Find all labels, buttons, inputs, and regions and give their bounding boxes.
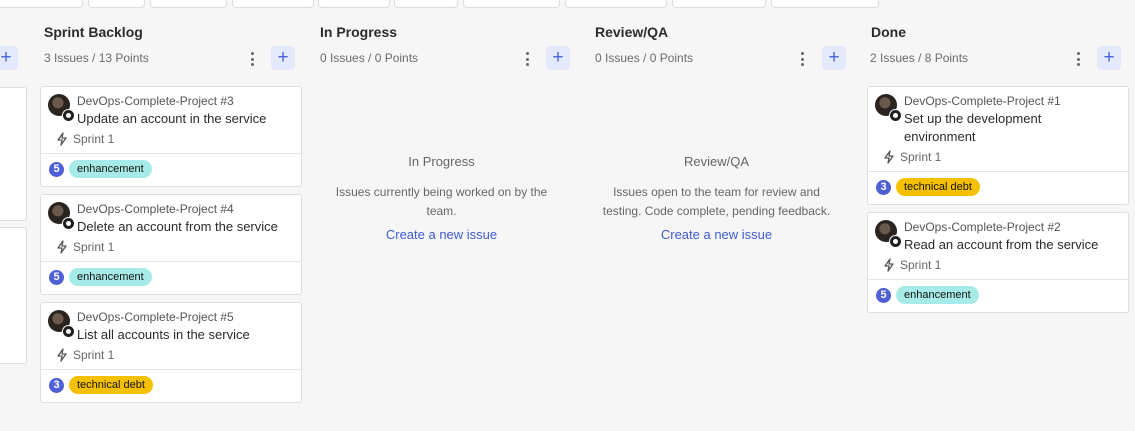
column-meta: 3 Issues / 13 Points (44, 51, 149, 65)
card-stub[interactable] (0, 87, 27, 221)
add-issue-button[interactable]: + (546, 46, 570, 70)
empty-state-description: Issues open to the team for review and t… (595, 183, 838, 221)
desc-line: Issues open to the team for review and (613, 185, 820, 199)
issue-footer: 5 enhancement (876, 286, 979, 304)
empty-state-title: Review/QA (683, 154, 750, 169)
view-tab-stub[interactable] (232, 0, 314, 8)
more-vertical-icon[interactable] (246, 52, 258, 66)
issue-card[interactable]: DevOps-Complete-Project #5 List all acco… (40, 302, 302, 403)
create-issue-link[interactable]: Create a new issue (320, 227, 563, 242)
view-tab-stub[interactable] (318, 0, 390, 8)
more-vertical-icon[interactable] (796, 52, 808, 66)
issue-project[interactable]: DevOps-Complete-Project #4 (77, 202, 234, 216)
issue-sprint: Sprint 1 (883, 150, 941, 164)
points-badge: 5 (49, 269, 64, 285)
divider (41, 153, 301, 154)
view-tab-stub[interactable] (565, 0, 667, 8)
divider (41, 261, 301, 262)
lightning-icon (57, 348, 67, 362)
github-icon (889, 235, 902, 248)
more-vertical-icon[interactable] (521, 52, 533, 66)
view-tab-stub[interactable] (0, 0, 83, 8)
issue-sprint: Sprint 1 (883, 258, 941, 272)
add-issue-button[interactable]: + (822, 46, 846, 70)
issue-title[interactable]: Set up the development environment (904, 110, 1124, 146)
issue-project[interactable]: DevOps-Complete-Project #1 (904, 94, 1061, 108)
view-tab-stub[interactable] (88, 0, 145, 8)
column-title: Review/QA (595, 24, 669, 40)
issue-sprint: Sprint 1 (56, 348, 114, 362)
add-issue-button[interactable]: + (1097, 46, 1121, 70)
issue-title[interactable]: Read an account from the service (904, 236, 1124, 254)
issue-title[interactable]: List all accounts in the service (77, 326, 297, 344)
lightning-icon (57, 240, 67, 254)
column-title: Sprint Backlog (44, 24, 143, 40)
issue-sprint: Sprint 1 (56, 132, 114, 146)
issue-footer: 3 technical debt (49, 376, 153, 394)
view-tab-stub[interactable] (771, 0, 879, 8)
github-icon (62, 325, 75, 338)
lightning-icon (884, 150, 894, 164)
github-icon (62, 217, 75, 230)
points-badge: 5 (876, 287, 891, 303)
label-badge[interactable]: technical debt (896, 178, 980, 196)
label-badge[interactable]: enhancement (69, 160, 152, 178)
lightning-icon (57, 132, 67, 146)
github-icon (889, 109, 902, 122)
desc-line: testing. Code complete, pending feedback… (602, 204, 831, 218)
issue-title[interactable]: Delete an account from the service (77, 218, 297, 236)
sprint-label: Sprint 1 (73, 348, 115, 362)
empty-state-title: In Progress (408, 154, 475, 169)
divider (868, 171, 1128, 172)
desc-line: Issues currently being worked on by the (335, 185, 548, 199)
divider (868, 279, 1128, 280)
desc-line: team. (426, 204, 457, 218)
issue-project[interactable]: DevOps-Complete-Project #5 (77, 310, 234, 324)
sprint-label: Sprint 1 (73, 240, 115, 254)
view-tab-stub[interactable] (394, 0, 458, 8)
divider (41, 369, 301, 370)
issue-card[interactable]: DevOps-Complete-Project #1 Set up the de… (867, 86, 1129, 205)
column-meta: 0 Issues / 0 Points (595, 51, 694, 65)
issue-card[interactable]: DevOps-Complete-Project #3 Update an acc… (40, 86, 302, 187)
points-badge: 3 (876, 179, 891, 195)
title-line: Set up the development (904, 111, 1042, 126)
empty-state: Review/QA Issues open to the team for re… (595, 154, 838, 242)
empty-state: In Progress Issues currently being worke… (320, 154, 563, 242)
column-meta: 0 Issues / 0 Points (320, 51, 419, 65)
issue-footer: 5 enhancement (49, 160, 152, 178)
issue-footer: 5 enhancement (49, 268, 152, 286)
view-tab-stub[interactable] (463, 0, 560, 8)
add-issue-button[interactable]: + (271, 46, 295, 70)
view-tab-stub[interactable] (150, 0, 227, 8)
add-issue-button[interactable]: + (0, 46, 18, 70)
issue-card[interactable]: DevOps-Complete-Project #2 Read an accou… (867, 212, 1129, 313)
lightning-icon (884, 258, 894, 272)
column-meta: 2 Issues / 8 Points (870, 51, 969, 65)
issue-card[interactable]: DevOps-Complete-Project #4 Delete an acc… (40, 194, 302, 295)
issue-project[interactable]: DevOps-Complete-Project #2 (904, 220, 1061, 234)
empty-state-description: Issues currently being worked on by the … (320, 183, 563, 221)
sprint-label: Sprint 1 (900, 258, 942, 272)
label-badge[interactable]: technical debt (69, 376, 153, 394)
more-vertical-icon[interactable] (1072, 52, 1084, 66)
column-title: Done (871, 24, 906, 40)
points-badge: 3 (49, 377, 64, 393)
sprint-label: Sprint 1 (73, 132, 115, 146)
github-icon (62, 109, 75, 122)
label-badge[interactable]: enhancement (896, 286, 979, 304)
create-issue-link[interactable]: Create a new issue (595, 227, 838, 242)
label-badge[interactable]: enhancement (69, 268, 152, 286)
points-badge: 5 (49, 161, 64, 177)
card-stub[interactable] (0, 227, 27, 364)
sprint-label: Sprint 1 (900, 150, 942, 164)
issue-sprint: Sprint 1 (56, 240, 114, 254)
column-title: In Progress (320, 24, 398, 40)
view-tab-stub[interactable] (672, 0, 766, 8)
title-line: environment (904, 129, 976, 144)
issue-footer: 3 technical debt (876, 178, 980, 196)
issue-project[interactable]: DevOps-Complete-Project #3 (77, 94, 234, 108)
issue-title[interactable]: Update an account in the service (77, 110, 297, 128)
